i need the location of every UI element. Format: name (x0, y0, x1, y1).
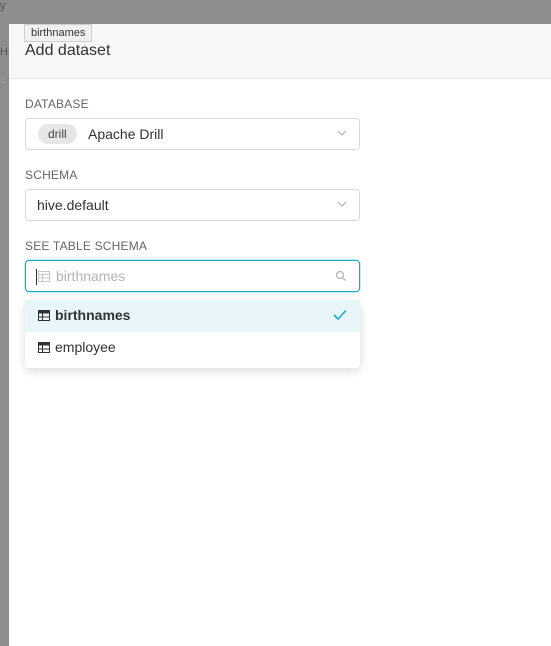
chevron-down-icon (337, 201, 347, 207)
background-text-fragment: e (0, 74, 7, 86)
schema-select[interactable]: hive.default (25, 189, 360, 221)
modal-backdrop-left[interactable] (0, 0, 9, 646)
database-select-value: Apache Drill (88, 126, 164, 142)
database-select[interactable]: drill Apache Drill (25, 118, 360, 150)
dropdown-option-employee[interactable]: employee (25, 332, 360, 364)
search-icon (335, 270, 346, 281)
database-label: DATABASE (25, 97, 89, 111)
option-label: birthnames (55, 307, 131, 323)
table-icon (38, 342, 50, 353)
modal-backdrop[interactable] (0, 0, 551, 24)
check-icon (333, 309, 347, 321)
table-search-placeholder: birthnames (56, 268, 126, 284)
table-icon (38, 310, 50, 321)
chevron-down-icon (337, 130, 347, 136)
table-dropdown-menu: birthnames employee (25, 300, 360, 368)
background-text-fragment: y (0, 0, 6, 12)
schema-select-value: hive.default (37, 197, 109, 213)
table-name-tooltip: birthnames (24, 24, 93, 42)
database-backend-tag: drill (38, 124, 77, 144)
option-label: employee (55, 339, 116, 355)
table-schema-label: SEE TABLE SCHEMA (25, 239, 148, 253)
dropdown-option-birthnames[interactable]: birthnames (25, 300, 360, 332)
table-search-select[interactable]: birthnames (25, 260, 360, 292)
table-icon (38, 271, 50, 282)
schema-label: SCHEMA (25, 168, 78, 182)
text-caret (36, 269, 37, 285)
modal-title: Add dataset (25, 42, 111, 59)
